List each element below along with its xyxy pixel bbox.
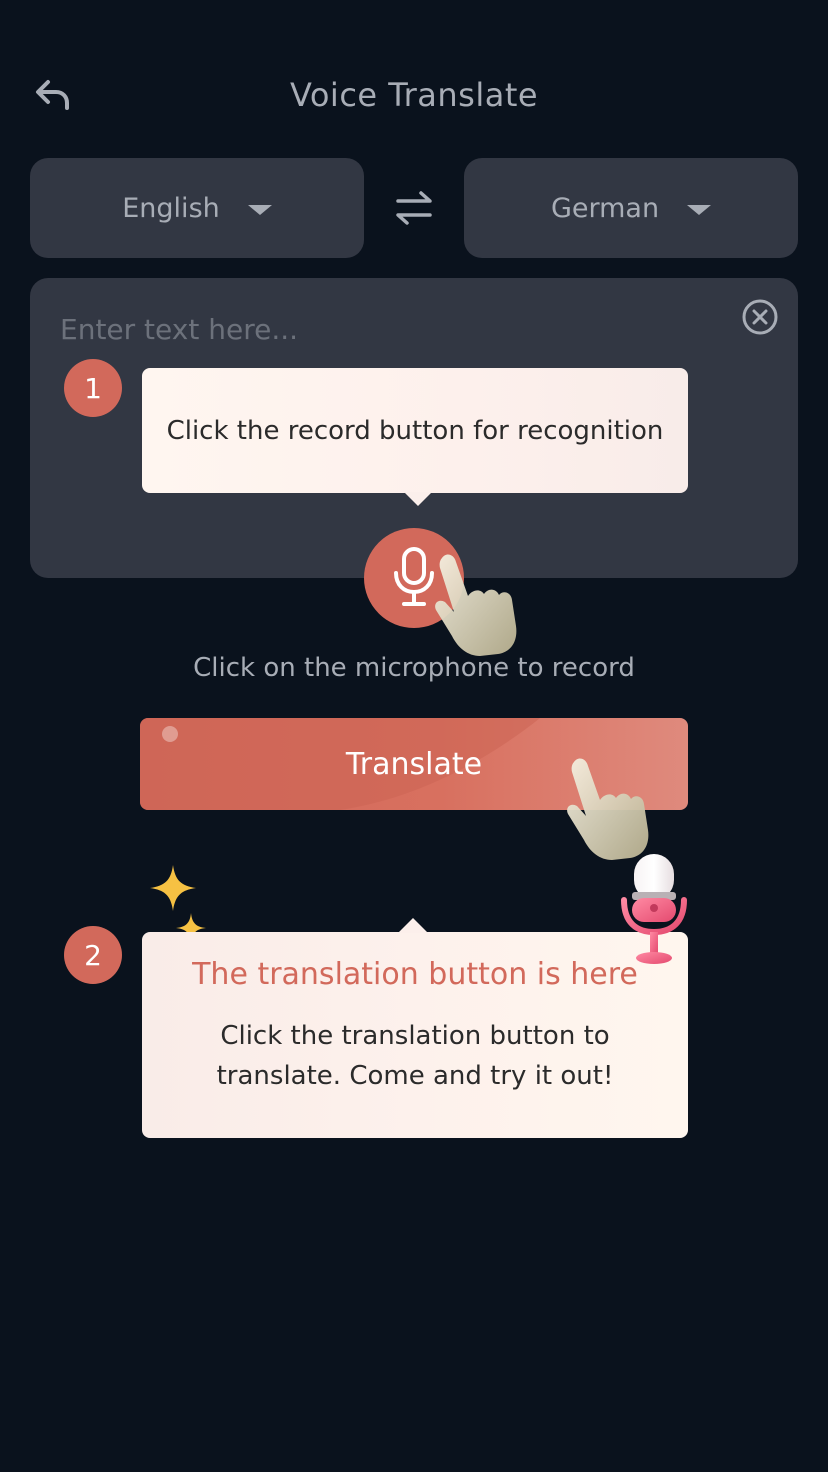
step-1-badge: 1 [64, 359, 122, 417]
translate-guide-body: Click the translation button to translat… [216, 1021, 614, 1091]
sparkle-icon [150, 865, 196, 911]
page-title: Voice Translate [289, 76, 539, 114]
record-hint: Click on the microphone to record [193, 653, 635, 683]
chevron-down-icon [687, 205, 712, 215]
pointing-hand-icon [435, 554, 517, 656]
record-guide-tooltip: Click the record button for recognition [142, 368, 688, 506]
translate-guide-title: The translation button is here [192, 957, 638, 992]
record-guide-text: Click the record button for recognition [166, 415, 664, 446]
microphone-illustration-icon [621, 854, 687, 964]
swap-arrows-icon [396, 191, 432, 225]
target-language-select[interactable]: German [464, 158, 798, 258]
text-input[interactable] [60, 306, 700, 352]
source-language-label: English [122, 192, 220, 224]
translate-guide-tooltip: The translation button is here Click the… [142, 918, 688, 1138]
swap-languages-button[interactable] [390, 185, 438, 231]
source-language-select[interactable]: English [30, 158, 364, 258]
voice-translate-screen: Voice Translate English German 1 Click t… [0, 0, 828, 1472]
pointing-hand-icon [567, 758, 649, 860]
clear-circle-icon [742, 299, 778, 335]
step-2-badge: 2 [64, 926, 122, 984]
button-dot-decoration [162, 726, 178, 742]
target-language-label: German [550, 192, 660, 224]
translate-label: Translate [345, 746, 483, 782]
clear-button[interactable] [741, 298, 779, 336]
chevron-down-icon [247, 205, 272, 215]
